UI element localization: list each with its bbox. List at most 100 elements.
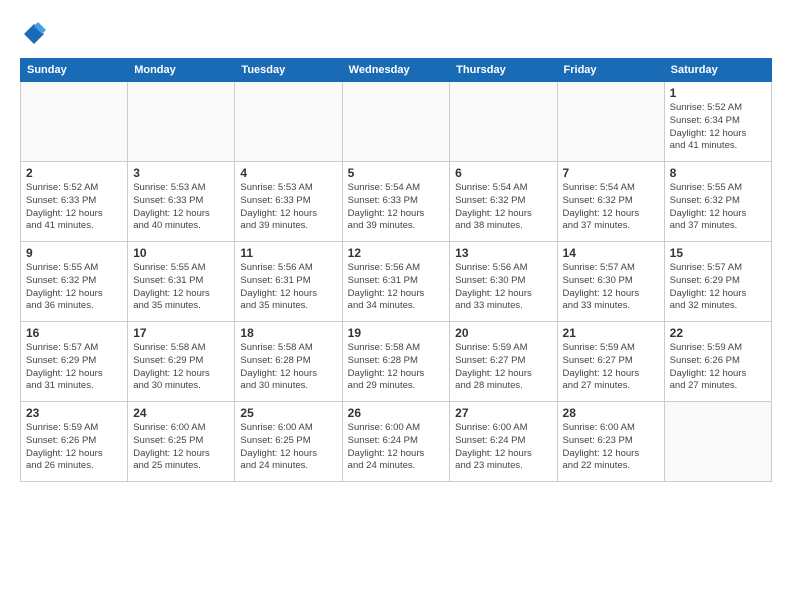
day-number: 14 [563, 246, 659, 260]
day-info: Sunrise: 5:52 AM Sunset: 6:33 PM Dayligh… [26, 182, 122, 233]
calendar-cell: 11Sunrise: 5:56 AM Sunset: 6:31 PM Dayli… [235, 242, 342, 322]
calendar-cell [128, 82, 235, 162]
day-header-saturday: Saturday [664, 59, 771, 82]
calendar-cell: 19 Sunrise: 5:58 AM Sunset: 6:28 PM Dayli… [342, 322, 450, 402]
calendar-cell [664, 402, 771, 482]
day-number: 21 [563, 326, 659, 340]
day-number: 12 [348, 246, 445, 260]
calendar-cell: 2 Sunrise: 5:52 AM Sunset: 6:33 PM Daylig… [21, 162, 128, 242]
calendar-cell [557, 82, 664, 162]
day-info: Sunrise: 5:59 AM Sunset: 6:27 PM Dayligh… [455, 342, 551, 393]
day-info: Sunrise: 5:55 AM Sunset: 6:32 PM Dayligh… [26, 262, 122, 313]
calendar-cell: 13 Sunrise: 5:56 AM Sunset: 6:30 PM Dayli… [450, 242, 557, 322]
day-info: Sunrise: 5:56 AM Sunset: 6:30 PM Dayligh… [455, 262, 551, 313]
day-number: 13 [455, 246, 551, 260]
calendar-cell: 26 Sunrise: 6:00 AM Sunset: 6:24 PM Dayli… [342, 402, 450, 482]
day-number: 2 [26, 166, 122, 180]
calendar-cell: 25 Sunrise: 6:00 AM Sunset: 6:25 PM Dayli… [235, 402, 342, 482]
logo-icon [20, 20, 48, 48]
day-info: Sunrise: 5:58 AM Sunset: 6:29 PM Dayligh… [133, 342, 229, 393]
day-number: 5 [348, 166, 445, 180]
calendar-cell: 7 Sunrise: 5:54 AM Sunset: 6:32 PM Daylig… [557, 162, 664, 242]
calendar-cell: 3 Sunrise: 5:53 AM Sunset: 6:33 PM Daylig… [128, 162, 235, 242]
calendar-cell [21, 82, 128, 162]
day-number: 20 [455, 326, 551, 340]
day-info: Sunrise: 5:54 AM Sunset: 6:33 PM Dayligh… [348, 182, 445, 233]
calendar-cell: 6 Sunrise: 5:54 AM Sunset: 6:32 PM Daylig… [450, 162, 557, 242]
day-info: Sunrise: 5:58 AM Sunset: 6:28 PM Dayligh… [240, 342, 336, 393]
day-info: Sunrise: 5:59 AM Sunset: 6:27 PM Dayligh… [563, 342, 659, 393]
day-number: 6 [455, 166, 551, 180]
day-info: Sunrise: 5:59 AM Sunset: 6:26 PM Dayligh… [670, 342, 766, 393]
day-header-friday: Friday [557, 59, 664, 82]
week-row-0: 1 Sunrise: 5:52 AM Sunset: 6:34 PM Daylig… [21, 82, 772, 162]
calendar-cell: 10 Sunrise: 5:55 AM Sunset: 6:31 PM Dayli… [128, 242, 235, 322]
day-number: 7 [563, 166, 659, 180]
day-header-wednesday: Wednesday [342, 59, 450, 82]
day-number: 23 [26, 406, 122, 420]
calendar-cell: 18 Sunrise: 5:58 AM Sunset: 6:28 PM Dayli… [235, 322, 342, 402]
week-row-3: 16Sunrise: 5:57 AM Sunset: 6:29 PM Dayli… [21, 322, 772, 402]
day-number: 25 [240, 406, 336, 420]
day-number: 17 [133, 326, 229, 340]
day-info: Sunrise: 6:00 AM Sunset: 6:25 PM Dayligh… [240, 422, 336, 473]
day-number: 26 [348, 406, 445, 420]
logo [20, 20, 52, 48]
calendar-cell: 4 Sunrise: 5:53 AM Sunset: 6:33 PM Daylig… [235, 162, 342, 242]
day-info: Sunrise: 6:00 AM Sunset: 6:25 PM Dayligh… [133, 422, 229, 473]
day-info: Sunrise: 5:53 AM Sunset: 6:33 PM Dayligh… [240, 182, 336, 233]
day-number: 24 [133, 406, 229, 420]
day-number: 8 [670, 166, 766, 180]
calendar-cell: 12 Sunrise: 5:56 AM Sunset: 6:31 PM Dayli… [342, 242, 450, 322]
calendar-cell: 5 Sunrise: 5:54 AM Sunset: 6:33 PM Daylig… [342, 162, 450, 242]
day-number: 19 [348, 326, 445, 340]
day-info: Sunrise: 5:59 AM Sunset: 6:26 PM Dayligh… [26, 422, 122, 473]
day-info: Sunrise: 5:56 AM Sunset: 6:31 PM Dayligh… [240, 262, 336, 313]
day-info: Sunrise: 5:54 AM Sunset: 6:32 PM Dayligh… [563, 182, 659, 233]
day-number: 9 [26, 246, 122, 260]
day-number: 3 [133, 166, 229, 180]
calendar-cell: 22 Sunrise: 5:59 AM Sunset: 6:26 PM Dayli… [664, 322, 771, 402]
day-header-monday: Monday [128, 59, 235, 82]
day-info: Sunrise: 5:55 AM Sunset: 6:31 PM Dayligh… [133, 262, 229, 313]
calendar-cell: 8 Sunrise: 5:55 AM Sunset: 6:32 PM Daylig… [664, 162, 771, 242]
day-info: Sunrise: 5:54 AM Sunset: 6:32 PM Dayligh… [455, 182, 551, 233]
day-info: Sunrise: 5:55 AM Sunset: 6:32 PM Dayligh… [670, 182, 766, 233]
day-number: 10 [133, 246, 229, 260]
calendar-cell: 28Sunrise: 6:00 AM Sunset: 6:23 PM Dayli… [557, 402, 664, 482]
calendar-cell: 20 Sunrise: 5:59 AM Sunset: 6:27 PM Dayli… [450, 322, 557, 402]
calendar-header-row: SundayMondayTuesdayWednesdayThursdayFrid… [21, 59, 772, 82]
page: SundayMondayTuesdayWednesdayThursdayFrid… [0, 0, 792, 612]
day-info: Sunrise: 6:00 AM Sunset: 6:24 PM Dayligh… [348, 422, 445, 473]
day-number: 1 [670, 86, 766, 100]
day-number: 28 [563, 406, 659, 420]
calendar-cell: 27 Sunrise: 6:00 AM Sunset: 6:24 PM Dayli… [450, 402, 557, 482]
day-number: 4 [240, 166, 336, 180]
calendar-cell: 15 Sunrise: 5:57 AM Sunset: 6:29 PM Dayli… [664, 242, 771, 322]
header [20, 20, 772, 48]
day-info: Sunrise: 6:00 AM Sunset: 6:24 PM Dayligh… [455, 422, 551, 473]
calendar-cell [342, 82, 450, 162]
day-info: Sunrise: 5:58 AM Sunset: 6:28 PM Dayligh… [348, 342, 445, 393]
day-info: Sunrise: 5:56 AM Sunset: 6:31 PM Dayligh… [348, 262, 445, 313]
day-info: Sunrise: 5:57 AM Sunset: 6:30 PM Dayligh… [563, 262, 659, 313]
day-header-sunday: Sunday [21, 59, 128, 82]
calendar-cell [235, 82, 342, 162]
calendar: SundayMondayTuesdayWednesdayThursdayFrid… [20, 58, 772, 482]
week-row-2: 9 Sunrise: 5:55 AM Sunset: 6:32 PM Daylig… [21, 242, 772, 322]
day-info: Sunrise: 5:52 AM Sunset: 6:34 PM Dayligh… [670, 102, 766, 153]
calendar-cell: 17 Sunrise: 5:58 AM Sunset: 6:29 PM Dayli… [128, 322, 235, 402]
day-number: 18 [240, 326, 336, 340]
day-info: Sunrise: 5:53 AM Sunset: 6:33 PM Dayligh… [133, 182, 229, 233]
day-number: 15 [670, 246, 766, 260]
calendar-cell: 24 Sunrise: 6:00 AM Sunset: 6:25 PM Dayli… [128, 402, 235, 482]
calendar-cell: 1 Sunrise: 5:52 AM Sunset: 6:34 PM Daylig… [664, 82, 771, 162]
calendar-cell: 9 Sunrise: 5:55 AM Sunset: 6:32 PM Daylig… [21, 242, 128, 322]
week-row-4: 23 Sunrise: 5:59 AM Sunset: 6:26 PM Dayli… [21, 402, 772, 482]
day-info: Sunrise: 5:57 AM Sunset: 6:29 PM Dayligh… [670, 262, 766, 313]
week-row-1: 2 Sunrise: 5:52 AM Sunset: 6:33 PM Daylig… [21, 162, 772, 242]
day-number: 22 [670, 326, 766, 340]
day-number: 27 [455, 406, 551, 420]
calendar-cell: 23 Sunrise: 5:59 AM Sunset: 6:26 PM Dayli… [21, 402, 128, 482]
day-number: 16 [26, 326, 122, 340]
